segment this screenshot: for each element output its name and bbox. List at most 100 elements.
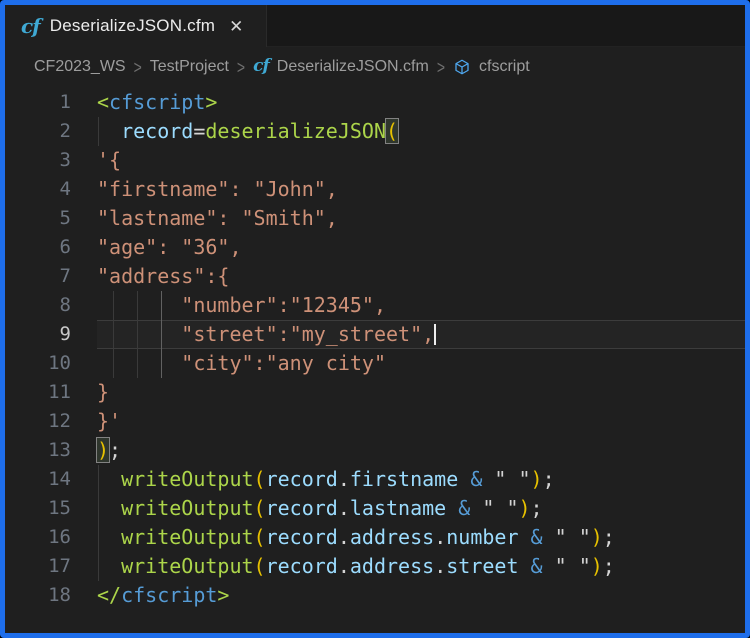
code-line: 10 "city":"any city" [5,349,745,378]
code-token: number [446,525,518,549]
code-token [482,467,494,491]
tab-strip-empty-area [267,5,745,47]
line-number[interactable]: 3 [5,146,97,175]
code-line: 6"age": "36", [5,233,745,262]
line-number[interactable]: 5 [5,204,97,233]
code-token: record [266,467,338,491]
code-line-content[interactable]: "number":"12345", [97,291,745,320]
code-line: 18</cfscript> [5,581,745,610]
code-token: > [217,583,229,607]
chevron-right-icon: > [237,56,245,77]
line-number[interactable]: 4 [5,175,97,204]
indent-guide [113,320,114,349]
code-line-content[interactable]: } [97,378,745,407]
code-line-content[interactable]: ); [97,436,745,465]
code-line-content[interactable]: "street":"my_street", [97,320,745,349]
indent-guide [98,465,99,494]
breadcrumb-item-file[interactable]: DeserializeJSON.cfm [277,58,429,76]
code-token: ; [543,467,555,491]
code-token: "address":{ [97,264,229,288]
line-number[interactable]: 11 [5,378,97,407]
breadcrumb-item-project[interactable]: TestProject [150,58,229,76]
cfml-file-icon: cf [21,16,40,36]
code-line-content[interactable]: writeOutput(record.address.street & " ")… [97,552,745,581]
code-token [470,496,482,520]
tab-deserializejson[interactable]: cf DeserializeJSON.cfm ✕ [5,5,267,47]
code-token: record [266,554,338,578]
code-token [97,322,181,346]
code-line-content[interactable]: "firstname": "John", [97,175,745,204]
code-token: < [97,90,109,114]
code-token: = [193,119,205,143]
code-token [97,119,121,143]
code-line-content[interactable]: writeOutput(record.lastname & " "); [97,494,745,523]
code-line-content[interactable]: "address":{ [97,262,745,291]
line-number[interactable]: 18 [5,581,97,610]
code-token: & [458,496,470,520]
indent-guide [161,320,162,349]
code-line-content[interactable]: "city":"any city" [97,349,745,378]
code-line: 5"lastname": "Smith", [5,204,745,233]
line-number[interactable]: 7 [5,262,97,291]
code-token: . [434,554,446,578]
code-token: writeOutput [121,554,253,578]
code-token: ( [254,554,266,578]
code-line: 17 writeOutput(record.address.street & "… [5,552,745,581]
code-token: }' [97,409,121,433]
indent-guide [113,349,114,378]
line-number[interactable]: 12 [5,407,97,436]
code-token: street [446,554,518,578]
code-token: "lastname": "Smith", [97,206,338,230]
line-number[interactable]: 13 [5,436,97,465]
code-token [543,554,555,578]
indent-guide [137,320,138,349]
code-line-content[interactable]: '{ [97,146,745,175]
code-token: "age": "36", [97,235,242,259]
line-number[interactable]: 16 [5,523,97,552]
line-number[interactable]: 15 [5,494,97,523]
indent-guide [98,552,99,581]
tab-close-icon[interactable]: ✕ [229,18,243,35]
line-number[interactable]: 1 [5,88,97,117]
breadcrumb-item-workspace[interactable]: CF2023_WS [34,58,126,76]
code-line-content[interactable]: </cfscript> [97,581,745,610]
line-number[interactable]: 2 [5,117,97,146]
code-token: "firstname": "John", [97,177,338,201]
line-number[interactable]: 8 [5,291,97,320]
breadcrumb: CF2023_WS > TestProject > cf Deserialize… [5,47,745,86]
code-token: " " [555,525,591,549]
indent-guide [137,291,138,320]
code-line-content[interactable]: "age": "36", [97,233,745,262]
code-token [518,554,530,578]
code-line-content[interactable]: "lastname": "Smith", [97,204,745,233]
code-token [446,496,458,520]
code-token: ) [531,467,543,491]
code-token: writeOutput [121,467,253,491]
line-number[interactable]: 6 [5,233,97,262]
code-line: 9 "street":"my_street", [5,320,745,349]
code-token: writeOutput [121,496,253,520]
code-line-content[interactable]: writeOutput(record.firstname & " "); [97,465,745,494]
code-editor[interactable]: 1<cfscript>2 record=deserializeJSON(3'{4… [5,86,745,633]
code-line: 14 writeOutput(record.firstname & " "); [5,465,745,494]
code-token: " " [494,467,530,491]
code-line-content[interactable]: }' [97,407,745,436]
line-number[interactable]: 17 [5,552,97,581]
breadcrumb-item-symbol-cfscript[interactable]: cfscript [479,58,530,76]
code-token: "city":"any city" [181,351,386,375]
vscode-editor-window: cf DeserializeJSON.cfm ✕ CF2023_WS > Tes… [0,0,750,638]
code-line: 8 "number":"12345", [5,291,745,320]
tab-title: DeserializeJSON.cfm [50,16,215,36]
code-line-content[interactable]: record=deserializeJSON( [97,117,745,146]
code-line: 11} [5,378,745,407]
code-line: 7"address":{ [5,262,745,291]
code-line-content[interactable]: writeOutput(record.address.number & " ")… [97,523,745,552]
line-number[interactable]: 14 [5,465,97,494]
code-line-content[interactable]: <cfscript> [97,88,745,117]
indent-guide [113,291,114,320]
line-number[interactable]: 10 [5,349,97,378]
line-number[interactable]: 9 [5,320,97,349]
chevron-right-icon: > [437,56,445,77]
code-token: writeOutput [121,525,253,549]
indent-guide [161,349,162,378]
